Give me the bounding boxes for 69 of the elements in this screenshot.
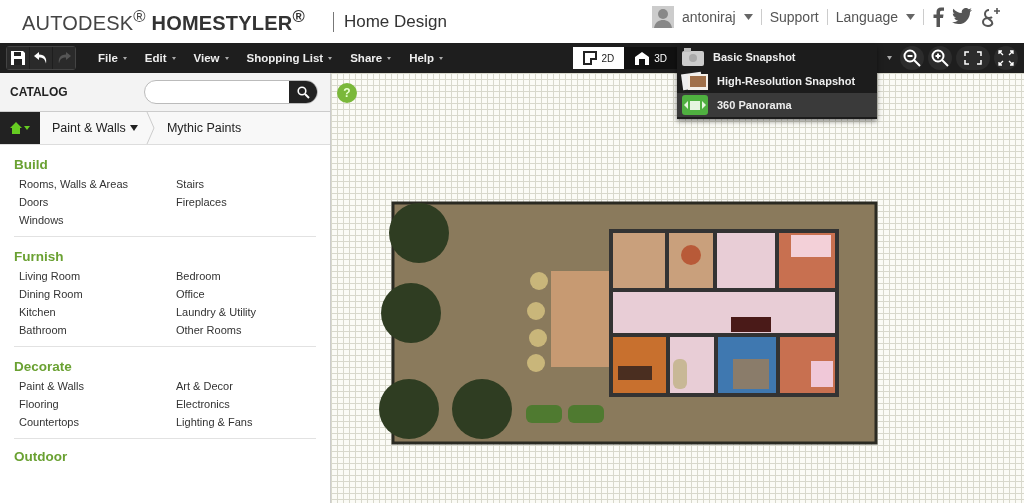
breadcrumb-item[interactable]: Mythic Paints bbox=[154, 121, 250, 135]
home-menu-icon[interactable] bbox=[0, 112, 40, 144]
header-link[interactable]: Support bbox=[769, 8, 819, 25]
fullscreen-icon[interactable] bbox=[994, 46, 1018, 70]
snapshot-menu-item[interactable]: 360 Panorama bbox=[677, 93, 877, 117]
category-link[interactable]: Art & Decor bbox=[176, 380, 316, 392]
undo-icon[interactable] bbox=[30, 47, 52, 69]
zoom-out-icon[interactable] bbox=[900, 46, 924, 70]
view-mode-tab[interactable]: 2D bbox=[573, 47, 625, 69]
category-link[interactable]: Living Room bbox=[19, 270, 176, 282]
caret-icon bbox=[328, 56, 333, 60]
brand-logo: AUTODESK$^{®}$ HOMESTYLER$^{®}$ bbox=[22, 7, 305, 36]
fit-view-icon[interactable] bbox=[956, 46, 990, 70]
avatar-icon[interactable] bbox=[651, 5, 674, 28]
user-menu[interactable]: antoniraj bbox=[681, 8, 736, 25]
category-link[interactable]: Paint & Walls bbox=[19, 380, 176, 392]
caret-icon bbox=[224, 56, 229, 60]
menu-item[interactable]: Edit bbox=[144, 52, 167, 64]
snapshot-menu-item[interactable]: Basic Snapshot bbox=[677, 45, 877, 69]
panorama-icon bbox=[681, 94, 709, 116]
save-icon[interactable] bbox=[7, 47, 29, 69]
menu-item[interactable]: Share bbox=[350, 52, 383, 64]
breadcrumb-item[interactable]: Paint & Walls bbox=[40, 121, 134, 135]
catalog-title: CATALOG bbox=[10, 85, 68, 99]
caret-icon bbox=[906, 13, 915, 20]
category-link[interactable]: Windows bbox=[19, 214, 176, 226]
menu-item[interactable]: View bbox=[193, 52, 220, 64]
category-link[interactable]: Doors bbox=[19, 196, 176, 208]
caret-icon bbox=[122, 56, 127, 60]
house-icon bbox=[634, 51, 651, 65]
twitter-icon[interactable] bbox=[952, 8, 972, 25]
caret-icon[interactable] bbox=[129, 125, 138, 131]
caret-icon bbox=[439, 56, 444, 60]
category-link[interactable]: Fireplaces bbox=[176, 196, 316, 208]
category-link[interactable]: Stairs bbox=[176, 178, 316, 190]
app-title: Home Design bbox=[332, 11, 447, 32]
snapshot-menu-item[interactable]: High-Resolution Snapshot bbox=[677, 69, 877, 93]
header-link[interactable]: Language bbox=[835, 8, 915, 25]
camera-icon bbox=[681, 47, 705, 67]
section-heading: Build bbox=[14, 157, 49, 172]
menu-item[interactable]: Help bbox=[409, 52, 435, 64]
caret-icon bbox=[387, 56, 392, 60]
view-mode-tab[interactable]: 3D bbox=[624, 47, 677, 69]
category-link[interactable]: Rooms, Walls & Areas bbox=[19, 178, 176, 190]
google-plus-icon[interactable] bbox=[980, 5, 1002, 28]
category-link[interactable]: Kitchen bbox=[19, 306, 176, 318]
search-field[interactable] bbox=[144, 80, 318, 104]
zoom-in-icon[interactable] bbox=[928, 46, 952, 70]
facebook-icon[interactable] bbox=[932, 6, 944, 27]
menu-item[interactable]: Shopping List bbox=[246, 52, 324, 64]
search-icon[interactable] bbox=[289, 81, 317, 103]
section-heading: Decorate bbox=[14, 359, 73, 374]
category-link[interactable]: Dining Room bbox=[19, 288, 176, 300]
category-link[interactable]: Lighting & Fans bbox=[176, 416, 316, 428]
category-link[interactable]: Bathroom bbox=[19, 324, 176, 336]
category-link[interactable]: Other Rooms bbox=[176, 324, 316, 336]
category-link[interactable]: Countertops bbox=[19, 416, 176, 428]
category-link[interactable]: Laundry & Utility bbox=[176, 306, 316, 318]
section-heading: Outdoor bbox=[14, 449, 69, 464]
category-link[interactable]: Bedroom bbox=[176, 270, 316, 282]
category-link[interactable]: Flooring bbox=[19, 398, 176, 410]
caret-icon bbox=[171, 56, 176, 60]
section-heading: Furnish bbox=[14, 249, 65, 264]
photos-icon bbox=[681, 70, 709, 92]
category-link[interactable]: Office bbox=[176, 288, 316, 300]
category-link[interactable]: Electronics bbox=[176, 398, 316, 410]
caret-icon[interactable] bbox=[887, 56, 892, 60]
menu-item[interactable]: File bbox=[98, 52, 118, 64]
floor-plan-icon bbox=[583, 51, 598, 65]
